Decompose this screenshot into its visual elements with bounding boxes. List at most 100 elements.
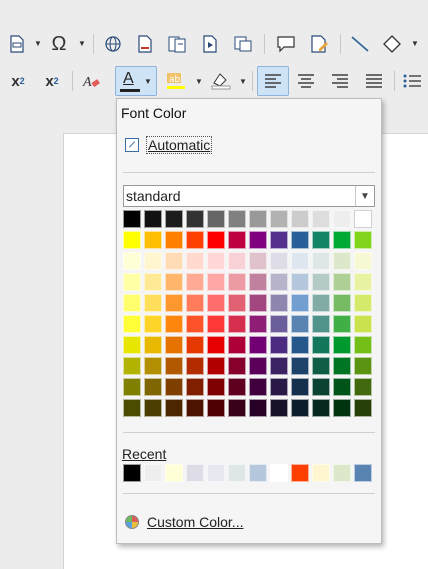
chevron-down-icon[interactable]: ▼ [355,186,374,206]
recent-color-swatch[interactable] [354,464,372,482]
color-swatch[interactable] [228,357,246,375]
color-swatch[interactable] [144,378,162,396]
bullet-list-icon[interactable] [399,68,425,94]
color-swatch[interactable] [228,315,246,333]
color-swatch[interactable] [270,315,288,333]
color-swatch[interactable] [144,357,162,375]
color-swatch[interactable] [270,399,288,417]
line-icon[interactable] [348,31,372,57]
color-swatch[interactable] [228,294,246,312]
color-swatch[interactable] [312,252,330,270]
color-swatch[interactable] [123,231,141,249]
color-swatch[interactable] [333,336,351,354]
recent-color-swatch[interactable] [312,464,330,482]
insert-field-icon[interactable] [6,31,28,57]
palette-select[interactable]: standard ▼ [123,185,375,207]
color-swatch[interactable] [354,336,372,354]
color-swatch[interactable] [270,273,288,291]
color-swatch[interactable] [354,252,372,270]
color-swatch[interactable] [249,273,267,291]
color-swatch[interactable] [144,315,162,333]
color-swatch[interactable] [354,294,372,312]
color-swatch[interactable] [354,378,372,396]
color-swatch[interactable] [291,273,309,291]
color-swatch[interactable] [249,357,267,375]
color-swatch[interactable] [312,231,330,249]
color-swatch[interactable] [312,294,330,312]
color-swatch[interactable] [228,231,246,249]
color-swatch[interactable] [207,357,225,375]
color-swatch[interactable] [186,315,204,333]
color-swatch[interactable] [207,252,225,270]
color-swatch[interactable] [228,252,246,270]
justify-icon[interactable] [360,68,388,94]
color-swatch[interactable] [312,336,330,354]
color-swatch[interactable] [186,294,204,312]
color-swatch[interactable] [291,378,309,396]
footnote-icon[interactable] [134,31,156,57]
color-swatch[interactable] [270,294,288,312]
align-right-icon[interactable] [326,68,354,94]
color-swatch[interactable] [186,231,204,249]
color-swatch[interactable] [123,273,141,291]
color-swatch[interactable] [312,357,330,375]
color-swatch[interactable] [228,273,246,291]
color-swatch[interactable] [165,231,183,249]
recent-color-swatch[interactable] [270,464,288,482]
color-swatch[interactable] [165,336,183,354]
color-swatch[interactable] [354,231,372,249]
recent-color-swatch[interactable] [333,464,351,482]
color-swatch[interactable] [291,252,309,270]
color-swatch[interactable] [123,210,141,228]
color-swatch[interactable] [249,378,267,396]
superscript-button[interactable]: x2 [4,68,32,94]
color-swatch[interactable] [312,315,330,333]
color-swatch[interactable] [291,336,309,354]
color-swatch[interactable] [354,315,372,333]
index-entry-icon[interactable] [166,31,190,57]
color-swatch[interactable] [291,294,309,312]
color-swatch[interactable] [165,273,183,291]
color-swatch[interactable] [270,336,288,354]
color-swatch[interactable] [249,399,267,417]
color-swatch[interactable] [186,378,204,396]
color-swatch[interactable] [270,231,288,249]
color-swatch[interactable] [123,315,141,333]
color-swatch[interactable] [144,273,162,291]
color-swatch[interactable] [165,252,183,270]
color-swatch[interactable] [228,399,246,417]
cross-reference-icon[interactable] [200,31,222,57]
color-swatch[interactable] [249,252,267,270]
color-swatch[interactable] [333,315,351,333]
color-swatch[interactable] [249,294,267,312]
hyperlink-icon[interactable] [102,31,124,57]
track-changes-icon[interactable] [308,31,332,57]
color-swatch[interactable] [270,210,288,228]
color-swatch[interactable] [312,273,330,291]
recent-color-swatch[interactable] [291,464,309,482]
color-swatch[interactable] [123,336,141,354]
color-swatch[interactable] [144,294,162,312]
color-swatch[interactable] [207,231,225,249]
color-swatch[interactable] [186,252,204,270]
highlight-color-icon[interactable]: ab [160,68,192,94]
color-swatch[interactable] [270,378,288,396]
color-swatch[interactable] [144,231,162,249]
color-swatch[interactable] [207,378,225,396]
color-swatch[interactable] [165,357,183,375]
chevron-down-icon[interactable]: ▼ [144,77,152,86]
color-swatch[interactable] [144,336,162,354]
color-swatch[interactable] [312,378,330,396]
color-swatch[interactable] [207,273,225,291]
color-swatch[interactable] [228,336,246,354]
color-swatch[interactable] [270,357,288,375]
recent-color-swatch[interactable] [165,464,183,482]
chevron-down-icon[interactable]: ▼ [195,77,203,86]
color-swatch[interactable] [291,357,309,375]
recent-color-swatch[interactable] [123,464,141,482]
color-swatch[interactable] [165,378,183,396]
color-swatch[interactable] [144,210,162,228]
recent-color-swatch[interactable] [144,464,162,482]
color-swatch[interactable] [228,210,246,228]
color-swatch[interactable] [165,399,183,417]
